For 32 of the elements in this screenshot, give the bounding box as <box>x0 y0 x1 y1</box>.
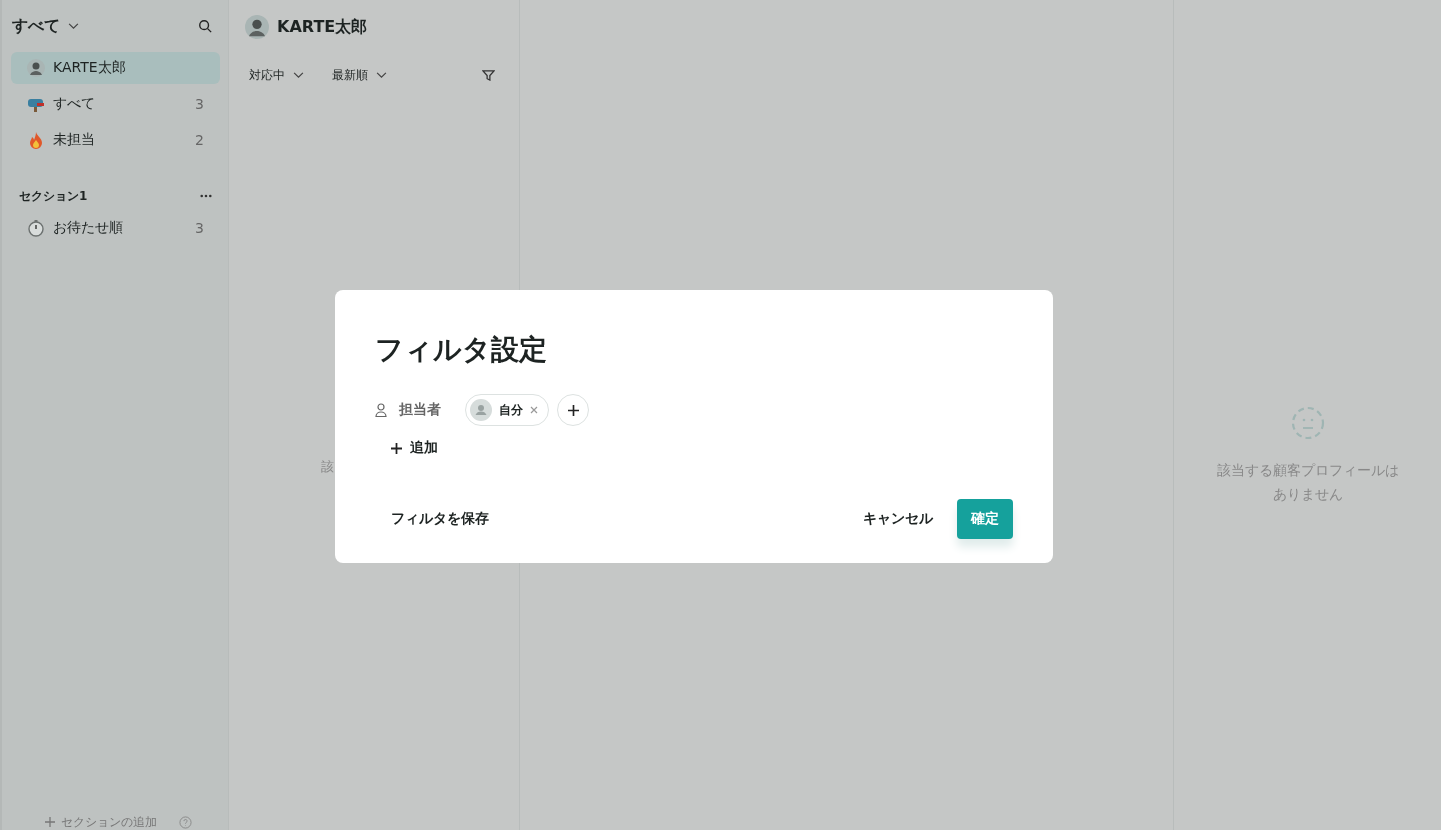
condition-label: 担当者 <box>399 401 441 419</box>
cancel-button[interactable]: キャンセル <box>847 500 949 538</box>
more-icon[interactable] <box>200 194 212 198</box>
sidebar-item[interactable]: すべて 3 <box>11 88 220 120</box>
save-filter-button[interactable]: フィルタを保存 <box>375 500 505 538</box>
chevron-down-icon <box>376 71 387 79</box>
plus-icon <box>567 404 579 416</box>
person-icon <box>375 403 387 417</box>
plus-icon <box>391 442 402 454</box>
fire-icon <box>27 131 45 149</box>
stopwatch-icon <box>27 219 45 237</box>
avatar-icon <box>27 59 45 77</box>
sidebar-item[interactable]: 未担当 2 <box>11 124 220 156</box>
section-title: セクション1 <box>19 187 88 205</box>
sidebar-item[interactable]: KARTE太郎 <box>11 52 220 84</box>
chevron-down-icon <box>293 71 304 79</box>
chevron-down-icon <box>68 22 79 30</box>
add-condition-button[interactable]: 追加 <box>391 436 438 460</box>
empty-message: 該 <box>321 459 334 474</box>
filter-dropdown[interactable]: 対応中 <box>249 66 304 84</box>
sidebar-item[interactable]: お待たせ順 3 <box>11 212 220 244</box>
search-icon[interactable] <box>198 19 212 33</box>
user-name: KARTE太郎 <box>277 16 368 38</box>
neutral-face-icon <box>1290 406 1325 440</box>
plus-icon <box>45 817 55 827</box>
dialog-title: フィルタ設定 <box>375 332 548 368</box>
avatar-icon <box>245 15 269 39</box>
view-dropdown[interactable]: すべて <box>12 15 79 37</box>
remove-icon[interactable] <box>530 406 538 414</box>
filter-dropdown[interactable]: 最新順 <box>332 66 387 84</box>
filter-icon[interactable] <box>482 69 495 81</box>
avatar-icon <box>470 399 492 421</box>
